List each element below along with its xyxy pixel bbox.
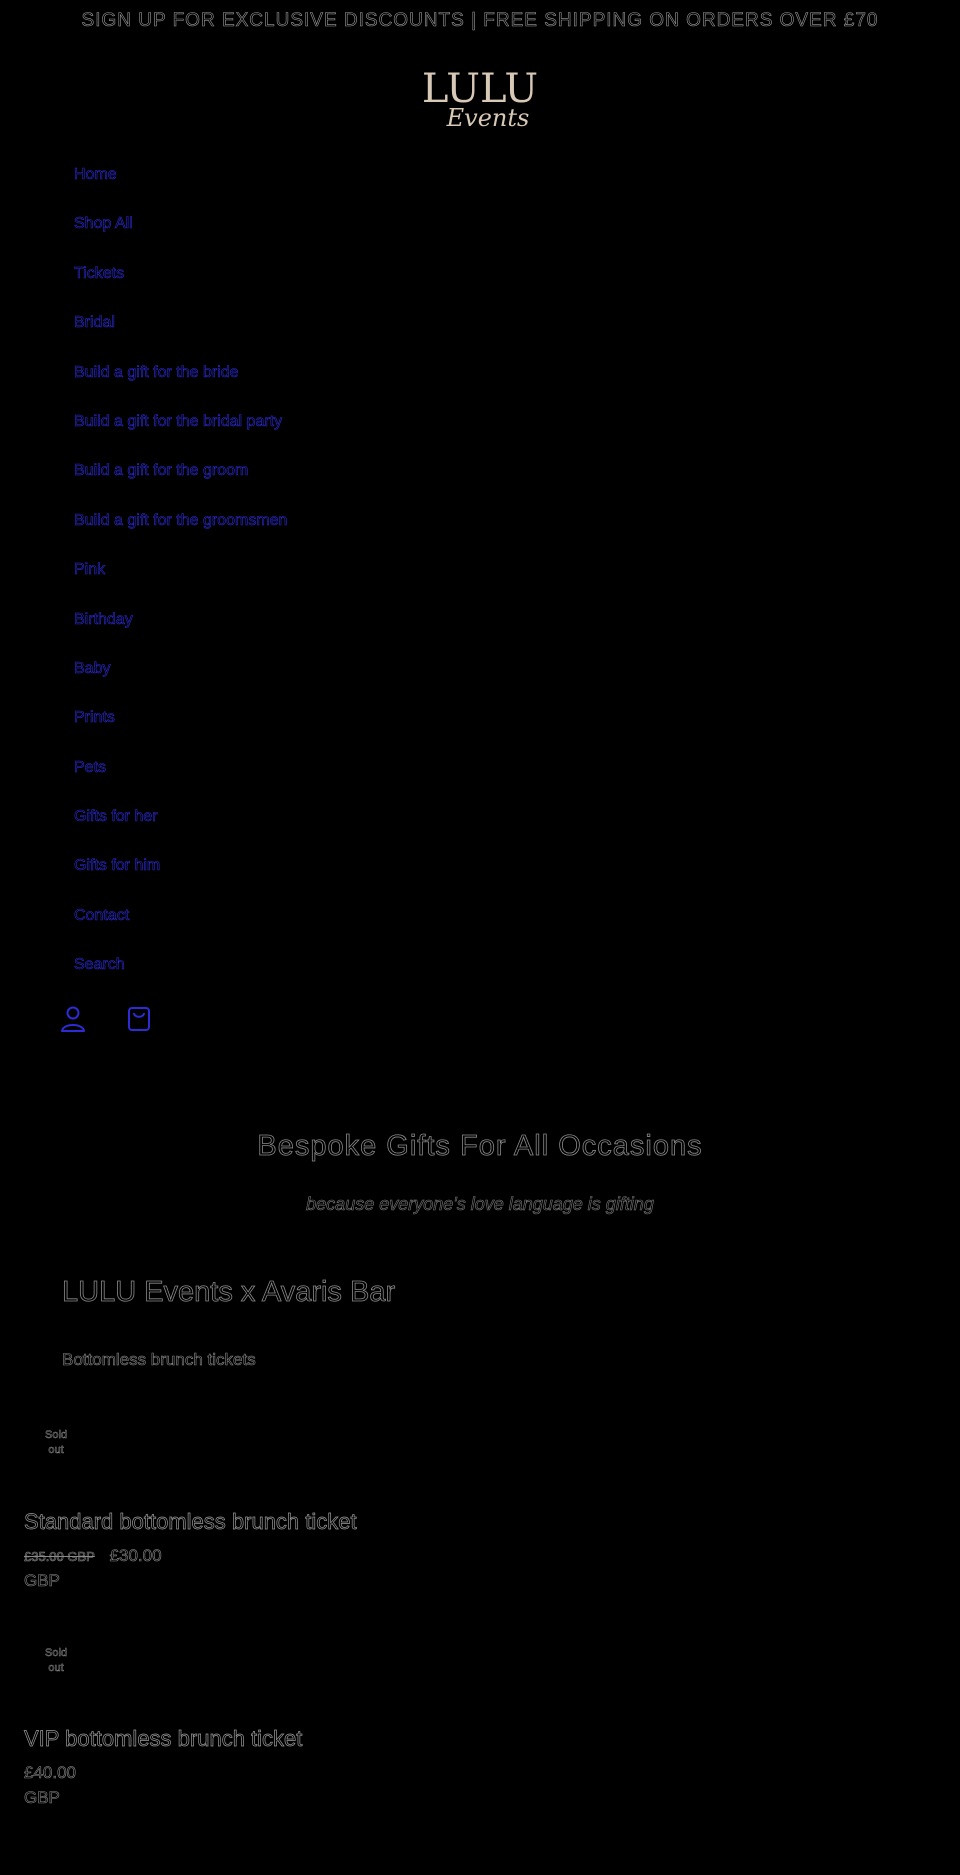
nav-item-home[interactable]: Home — [74, 166, 287, 215]
cart-icon[interactable] — [124, 1004, 154, 1034]
compare-price: £35.00 GBP — [24, 1549, 95, 1565]
sold-out-badge: Sold out — [44, 1429, 68, 1457]
nav-item-birthday[interactable]: Birthday — [74, 610, 287, 660]
price-currency: GBP — [24, 1571, 61, 1591]
nav-item-pink[interactable]: Pink — [74, 561, 287, 610]
nav-item-gifts-for-her[interactable]: Gifts for her — [74, 808, 287, 857]
collection-title: LULU Events x Avaris Bar — [62, 1276, 396, 1309]
nav-item-shop-all[interactable]: Shop All — [74, 215, 287, 264]
nav-item-baby[interactable]: Baby — [74, 660, 287, 709]
nav-item-gift-groomsmen[interactable]: Build a gift for the groomsmen — [74, 511, 288, 561]
product-price-line: £35.00 GBP £30.00 — [24, 1546, 162, 1566]
nav-item-prints[interactable]: Prints — [74, 709, 287, 758]
announcement-bar: SIGN UP FOR EXCLUSIVE DISCOUNTS | FREE S… — [81, 10, 879, 32]
main-navigation: Home Shop All Tickets Bridal Build a gif… — [74, 166, 288, 1006]
price-currency: GBP — [24, 1788, 61, 1808]
hero-subtitle: because everyone's love language is gift… — [306, 1194, 654, 1215]
sold-out-badge: Sold out — [44, 1647, 68, 1675]
nav-item-gift-bridal-party[interactable]: Build a gift for the bridal party — [74, 413, 287, 462]
nav-item-gift-bride[interactable]: Build a gift for the bride — [74, 363, 287, 413]
product-price: £40.00 — [24, 1763, 77, 1783]
collection-description: Bottomless brunch tickets — [62, 1350, 256, 1370]
nav-item-contact[interactable]: Contact — [74, 907, 287, 956]
lulu-events-logo[interactable]: LULU Events — [410, 62, 550, 142]
account-icon[interactable] — [58, 1004, 88, 1034]
hero-title: Bespoke Gifts For All Occasions — [257, 1130, 703, 1163]
nav-item-tickets[interactable]: Tickets — [74, 264, 287, 314]
logo-text-script: Events — [446, 104, 530, 132]
nav-item-gifts-for-him[interactable]: Gifts for him — [74, 857, 287, 906]
nav-item-pets[interactable]: Pets — [74, 758, 287, 808]
nav-item-search[interactable]: Search — [74, 956, 287, 1005]
product-title[interactable]: Standard bottomless brunch ticket — [24, 1509, 357, 1535]
product-title[interactable]: VIP bottomless brunch ticket — [24, 1726, 303, 1752]
sale-price: £30.00 — [109, 1546, 162, 1566]
nav-item-bridal[interactable]: Bridal — [74, 314, 287, 363]
nav-item-gift-groom[interactable]: Build a gift for the groom — [74, 462, 287, 511]
